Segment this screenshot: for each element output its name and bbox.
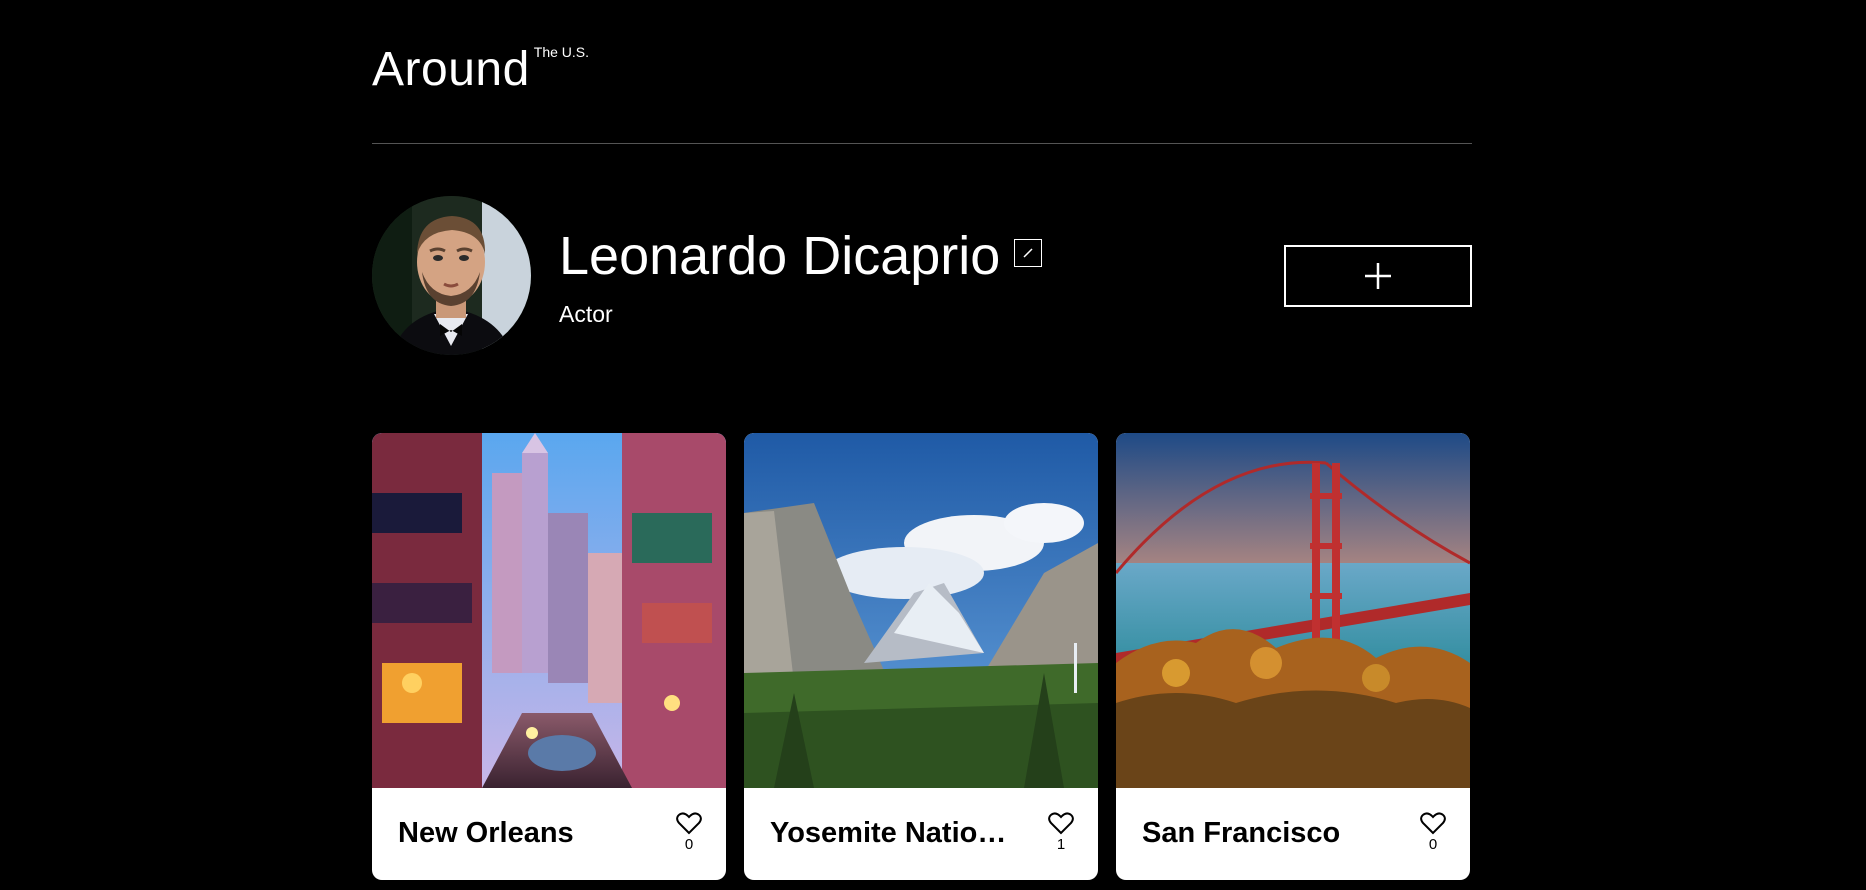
card-title: New Orleans (398, 817, 574, 849)
avatar[interactable] (372, 196, 531, 355)
heart-icon[interactable] (1048, 812, 1074, 835)
like-group: 0 (1418, 812, 1448, 854)
page: Around The U.S. Leonardo Dicaprio Actor … (372, 0, 1472, 880)
profile-section: Leonardo Dicaprio Actor (372, 144, 1472, 434)
like-count: 0 (684, 836, 694, 853)
heart-icon[interactable] (676, 812, 702, 835)
cards-grid: New Orleans 0 Yosemite Nation… 1 San Fra… (372, 433, 1470, 880)
heart-icon[interactable] (1420, 812, 1446, 835)
logo-main-text: Around (372, 43, 530, 96)
profile-name: Leonardo Dicaprio (559, 226, 1001, 286)
place-card: San Francisco 0 (1116, 433, 1470, 880)
logo-superscript: The U.S. (533, 44, 590, 60)
card-title: San Francisco (1142, 817, 1341, 849)
card-image[interactable] (372, 433, 726, 788)
card-footer: Yosemite Nation… 1 (744, 788, 1098, 880)
place-card: New Orleans 0 (372, 433, 726, 880)
header: Around The U.S. (372, 0, 1472, 144)
name-row: Leonardo Dicaprio (559, 224, 1043, 288)
logo: Around The U.S. (372, 42, 589, 98)
like-group: 1 (1046, 812, 1076, 854)
edit-profile-button[interactable] (1014, 239, 1043, 267)
like-count: 0 (1428, 836, 1438, 853)
card-image[interactable] (744, 433, 1098, 788)
like-group: 0 (674, 812, 704, 854)
card-image[interactable] (1116, 433, 1470, 788)
add-place-button[interactable] (1284, 245, 1472, 307)
place-card: Yosemite Nation… 1 (744, 433, 1098, 880)
profile-about: Actor (559, 301, 613, 327)
card-footer: New Orleans 0 (372, 788, 726, 880)
card-title: Yosemite Nation… (770, 817, 1020, 849)
pencil-icon (1023, 248, 1033, 258)
card-footer: San Francisco 0 (1116, 788, 1470, 880)
plus-icon (1365, 263, 1391, 289)
like-count: 1 (1056, 836, 1066, 853)
